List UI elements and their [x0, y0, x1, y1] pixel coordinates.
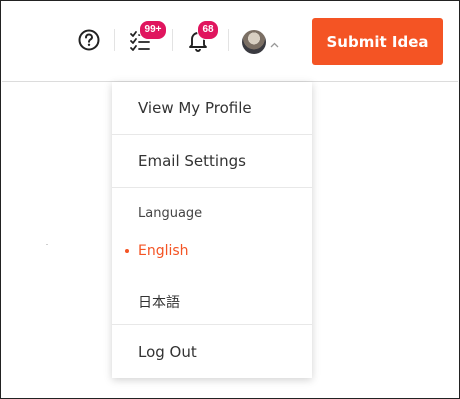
background-dot	[46, 244, 48, 245]
language-heading: Language	[138, 206, 203, 221]
help-button[interactable]	[74, 25, 104, 55]
app-frame: 99+ 68 Submit Idea View My Profile Email…	[0, 0, 460, 399]
selected-bullet-icon	[125, 249, 129, 253]
menu-divider	[112, 324, 312, 325]
notifications-count-badge: 68	[197, 20, 219, 40]
menu-divider	[112, 134, 312, 135]
header-separator	[172, 29, 173, 51]
header-separator	[114, 29, 115, 51]
menu-item-log-out[interactable]: Log Out	[112, 343, 312, 361]
chevron-up-icon[interactable]	[270, 35, 279, 53]
submit-idea-button[interactable]: Submit Idea	[312, 18, 443, 65]
menu-divider	[112, 187, 312, 188]
tasks-count-badge: 99+	[139, 20, 167, 40]
header-separator	[228, 29, 229, 51]
language-option-english[interactable]: English	[112, 243, 312, 259]
language-option-japanese[interactable]: 日本語	[112, 292, 312, 312]
question-circle-icon	[78, 29, 100, 51]
language-option-label: English	[138, 243, 189, 259]
user-avatar[interactable]	[242, 30, 266, 54]
user-dropdown-menu: View My Profile Email Settings Language …	[112, 82, 312, 378]
language-option-label: 日本語	[138, 295, 180, 311]
menu-item-view-profile[interactable]: View My Profile	[112, 99, 312, 117]
menu-item-email-settings[interactable]: Email Settings	[112, 152, 312, 170]
